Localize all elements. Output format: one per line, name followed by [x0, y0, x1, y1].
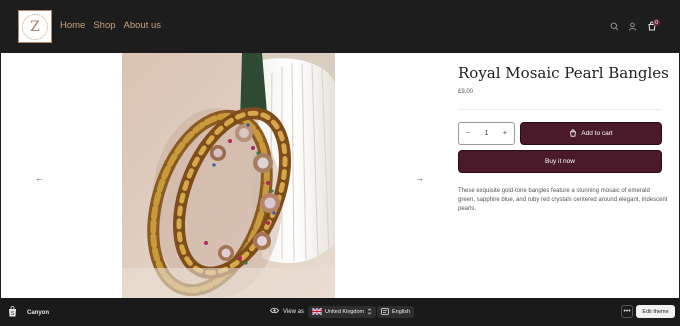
add-to-cart-label: Add to cart: [581, 130, 613, 137]
country-label: United Kingdom: [325, 309, 365, 315]
chevron-updown-icon: [367, 307, 372, 317]
search-icon[interactable]: [609, 21, 619, 31]
nav-shop[interactable]: Shop: [93, 20, 115, 31]
quantity-increase-button[interactable]: +: [503, 130, 507, 137]
uk-flag-icon: [311, 306, 323, 317]
view-as-control[interactable]: View as: [269, 307, 304, 316]
theme-editor-bar: S Canyon View as United Kingdom English: [0, 298, 680, 326]
quantity-value[interactable]: 1: [485, 130, 489, 137]
eye-icon: [269, 307, 280, 316]
account-icon[interactable]: [627, 21, 637, 31]
language-selector[interactable]: English: [377, 306, 415, 318]
quantity-stepper: − 1 +: [458, 122, 515, 145]
cart-count-badge: 0: [653, 19, 660, 26]
product-image: [122, 53, 335, 298]
buy-it-now-button[interactable]: Buy it now: [458, 150, 662, 173]
view-as-label: View as: [283, 308, 304, 315]
main-nav: Home Shop About us: [60, 20, 161, 31]
next-image-arrow[interactable]: →: [415, 174, 424, 183]
add-to-cart-button[interactable]: Add to cart: [520, 122, 662, 145]
logo-letter: Z: [30, 18, 40, 35]
product-title: Royal Mosaic Pearl Bangles: [458, 64, 669, 82]
country-selector[interactable]: United Kingdom: [308, 306, 377, 318]
store-name: Canyon: [27, 309, 50, 316]
more-options-button[interactable]: •••: [621, 305, 633, 318]
nav-home[interactable]: Home: [60, 20, 85, 31]
product-price: £9.00: [458, 89, 474, 95]
shopify-bag-icon: S: [8, 306, 17, 319]
nav-about-us[interactable]: About us: [124, 20, 162, 31]
product-description: These exquisite gold-tone bangles featur…: [458, 188, 668, 212]
logo-ring: Z: [22, 13, 48, 40]
prev-image-arrow[interactable]: ←: [35, 174, 44, 183]
site-header: Z Home Shop About us 0: [0, 0, 680, 53]
language-label: English: [392, 309, 411, 315]
divider: [458, 109, 661, 110]
store-logo[interactable]: Z: [18, 10, 52, 43]
product-section: ← → Royal Mosaic Pearl Bangles £9.00 − 1…: [1, 53, 679, 298]
store-identity: S Canyon: [8, 306, 49, 319]
quantity-decrease-button[interactable]: −: [466, 130, 470, 137]
edit-theme-button[interactable]: Edit theme: [636, 305, 675, 318]
bag-icon: [569, 128, 577, 139]
page: Z Home Shop About us 0 ← → Royal Mosaic …: [0, 0, 680, 326]
translate-icon: [381, 307, 389, 317]
